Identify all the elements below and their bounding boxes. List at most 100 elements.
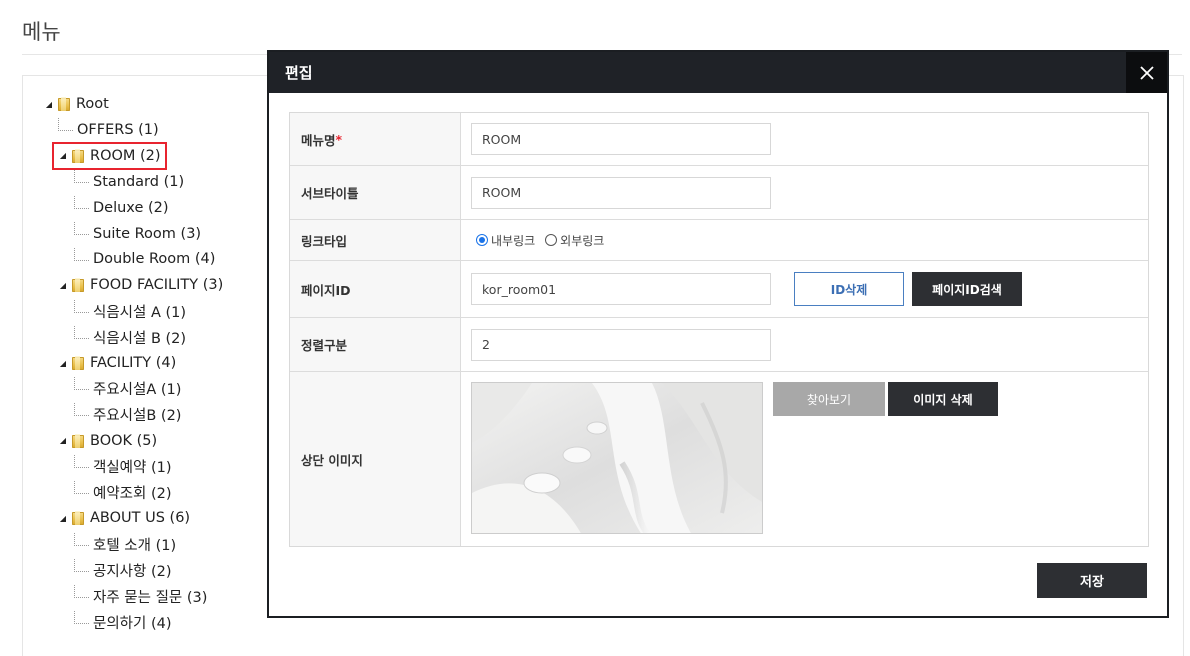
- tree-node-label[interactable]: Root: [76, 96, 109, 112]
- collapse-toggle-icon[interactable]: ◢: [58, 436, 68, 445]
- tree-node-label[interactable]: 자주 묻는 질문 (3): [93, 586, 207, 607]
- folder-icon: [72, 356, 84, 370]
- radio-internal-link-button[interactable]: [476, 234, 488, 246]
- radio-internal-link[interactable]: 내부링크: [476, 232, 535, 249]
- tree-connector-line: [74, 247, 89, 261]
- tree-node-label[interactable]: ROOM (2): [90, 148, 161, 164]
- tree-connector-line: [74, 532, 89, 546]
- tree-folder-node[interactable]: ◢ ABOUT US (6): [58, 507, 190, 529]
- tree-leaf-node[interactable]: 주요시설A (1): [74, 377, 181, 400]
- menu-name-label-text: 메뉴명: [301, 132, 336, 148]
- tree-node-label[interactable]: Suite Room (3): [93, 226, 201, 242]
- tree-leaf-node[interactable]: Double Room (4): [74, 247, 215, 270]
- tree-folder-node[interactable]: ◢ ROOM (2): [52, 141, 167, 170]
- tree-node-label[interactable]: Standard (1): [93, 174, 184, 190]
- tree-node-label[interactable]: Deluxe (2): [93, 200, 169, 216]
- tree-node-label[interactable]: ABOUT US (6): [90, 510, 190, 526]
- tree-connector-line: [74, 584, 89, 598]
- subtitle-input[interactable]: [471, 176, 771, 209]
- collapse-toggle-icon[interactable]: ◢: [58, 514, 68, 523]
- close-icon: [1139, 65, 1154, 80]
- tree-connector-line: [74, 403, 89, 417]
- tree-connector-line: [74, 558, 89, 572]
- save-button[interactable]: 저장: [1037, 563, 1147, 598]
- tree-leaf-node[interactable]: Suite Room (3): [74, 222, 201, 245]
- tree-connector-line: [74, 610, 89, 624]
- tree-leaf-node[interactable]: Standard (1): [74, 170, 184, 193]
- tree-connector-line: [74, 377, 89, 391]
- tree-connector-line: [74, 455, 89, 469]
- menu-name-label: 메뉴명 *: [290, 113, 461, 165]
- folder-icon: [72, 511, 84, 526]
- radio-external-link-label: 외부링크: [560, 233, 605, 248]
- collapse-toggle-icon[interactable]: ◢: [44, 100, 54, 109]
- tree-node-label[interactable]: 문의하기 (4): [93, 612, 172, 633]
- tree-connector-line: [74, 222, 89, 235]
- row-top-image: 상단 이미지 찾아보기 이미지 삭제: [290, 372, 1148, 546]
- tree-node-label[interactable]: FACILITY (4): [90, 355, 176, 371]
- tree-leaf-node[interactable]: 호텔 소개 (1): [74, 532, 176, 555]
- collapse-toggle-icon[interactable]: ◢: [58, 151, 68, 160]
- tree-leaf-node[interactable]: 문의하기 (4): [74, 610, 172, 633]
- menu-name-input[interactable]: [471, 123, 771, 155]
- link-type-label: 링크타입: [290, 220, 461, 260]
- top-image-preview: [471, 382, 763, 534]
- tree-leaf-node[interactable]: 주요시설B (2): [74, 403, 181, 426]
- tree-leaf-node[interactable]: 공지사항 (2): [74, 558, 172, 581]
- collapse-toggle-icon[interactable]: ◢: [58, 359, 68, 368]
- page-id-label: 페이지ID: [290, 261, 461, 317]
- tree-leaf-node[interactable]: 객실예약 (1): [74, 455, 172, 478]
- browse-button[interactable]: 찾아보기: [773, 382, 885, 416]
- page-id-search-button[interactable]: 페이지ID검색: [912, 272, 1022, 306]
- row-page-id: 페이지ID ID삭제 페이지ID검색: [290, 261, 1148, 318]
- tree-node-label[interactable]: 식음시설 B (2): [93, 327, 186, 348]
- page-title: 메뉴: [22, 20, 61, 44]
- tree-folder-node[interactable]: ◢ FOOD FACILITY (3): [58, 274, 223, 296]
- folder-icon: [72, 148, 84, 163]
- id-delete-button[interactable]: ID삭제: [794, 272, 904, 306]
- tree-node-label[interactable]: 공지사항 (2): [93, 560, 172, 581]
- tree-folder-node[interactable]: ◢ Root: [44, 93, 109, 115]
- radio-external-link[interactable]: 외부링크: [545, 232, 604, 249]
- tree-connector-line: [74, 196, 89, 210]
- tree-connector-line: [74, 170, 89, 184]
- row-sort-order: 정렬구분: [290, 318, 1148, 372]
- tree-leaf-node[interactable]: 식음시설 B (2): [74, 325, 186, 348]
- radio-internal-link-label: 내부링크: [491, 233, 536, 248]
- image-delete-button[interactable]: 이미지 삭제: [888, 382, 998, 416]
- tree-leaf-node[interactable]: 식음시설 A (1): [74, 299, 186, 322]
- tree-node-label[interactable]: FOOD FACILITY (3): [90, 277, 223, 293]
- row-link-type: 링크타입 내부링크 외부링크: [290, 220, 1148, 261]
- tree-node-label[interactable]: 호텔 소개 (1): [93, 534, 176, 555]
- tree-connector-line: [74, 299, 89, 313]
- tree-node-label[interactable]: 객실예약 (1): [93, 456, 172, 477]
- top-image-label: 상단 이미지: [290, 372, 461, 546]
- radio-external-link-button[interactable]: [545, 234, 558, 246]
- page-id-input[interactable]: [471, 273, 771, 305]
- row-subtitle: 서브타이틀: [290, 166, 1148, 220]
- collapse-toggle-icon[interactable]: ◢: [58, 281, 68, 290]
- tree-leaf-node[interactable]: Deluxe (2): [74, 196, 169, 219]
- sort-order-input[interactable]: [471, 328, 771, 361]
- tree-node-label[interactable]: OFFERS (1): [77, 122, 159, 138]
- tree-node-label[interactable]: 예약조회 (2): [93, 482, 172, 503]
- row-menu-name: 메뉴명 *: [290, 113, 1148, 166]
- tree-leaf-node[interactable]: OFFERS (1): [58, 118, 159, 141]
- tree-connector-line: [74, 325, 89, 339]
- tree-node-label[interactable]: 주요시설A (1): [93, 378, 181, 399]
- tree-leaf-node[interactable]: 예약조회 (2): [74, 481, 172, 504]
- close-button[interactable]: [1126, 52, 1167, 93]
- tree-node-label[interactable]: 주요시설B (2): [93, 404, 181, 425]
- selected-node-highlight[interactable]: ◢ ROOM (2): [52, 141, 167, 170]
- folder-icon: [72, 433, 84, 448]
- tree-leaf-node[interactable]: 자주 묻는 질문 (3): [74, 584, 207, 607]
- tree-folder-node[interactable]: ◢ FACILITY (4): [58, 352, 176, 374]
- edit-modal: 편집 메뉴명* 서브타이틀 링크타입: [267, 50, 1169, 618]
- tree-node-label[interactable]: 식음시설 A (1): [93, 301, 186, 322]
- tree-connector-line: [74, 481, 89, 494]
- tree-node-label[interactable]: BOOK (5): [90, 433, 157, 449]
- edit-form: 메뉴명* 서브타이틀 링크타입 내부링크 외부링크: [289, 112, 1149, 547]
- tree-node-label[interactable]: Double Room (4): [93, 251, 215, 267]
- tree-folder-node[interactable]: ◢ BOOK (5): [58, 430, 157, 452]
- modal-header: 편집: [269, 52, 1167, 93]
